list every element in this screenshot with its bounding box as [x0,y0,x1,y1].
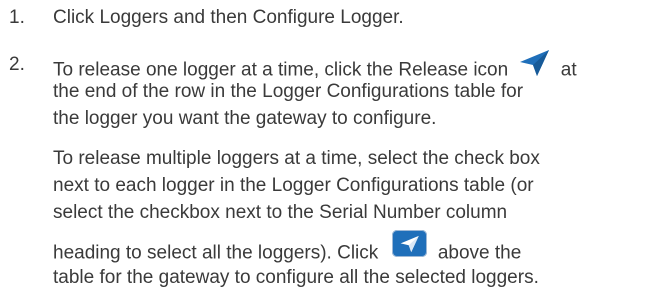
step-2-para1-line1-pre: To release one logger at a time, click t… [53,59,509,81]
step-1-text: Click Loggers and then Configure Logger. [53,7,404,28]
step-2-number: 2. [9,54,25,75]
release-button-icon [391,230,427,257]
release-icon [519,49,551,84]
step-2-para2-line4-post: above the [437,242,522,264]
step-2-para2-line4: heading to select all the loggers). Clic… [53,230,522,264]
step-2-para2-line4-pre: heading to select all the loggers). Clic… [53,242,379,264]
step-2-para2-line5: table for the gateway to configure all t… [53,267,539,288]
step-2-para1-line2: the end of the row in the Logger Configu… [53,81,524,102]
step-2-para1-line1: To release one logger at a time, click t… [53,50,577,81]
step-2-para2-line1: To release multiple loggers at a time, s… [53,148,540,169]
step-2-para2-line3: select the checkbox next to the Serial N… [53,202,508,223]
step-2-para1-line1-post: at [560,59,577,81]
step-1-number: 1. [9,7,25,28]
step-2-para2-line2: next to each logger in the Logger Config… [53,175,534,196]
step-2-para1-line3: the logger you want the gateway to confi… [53,108,437,129]
